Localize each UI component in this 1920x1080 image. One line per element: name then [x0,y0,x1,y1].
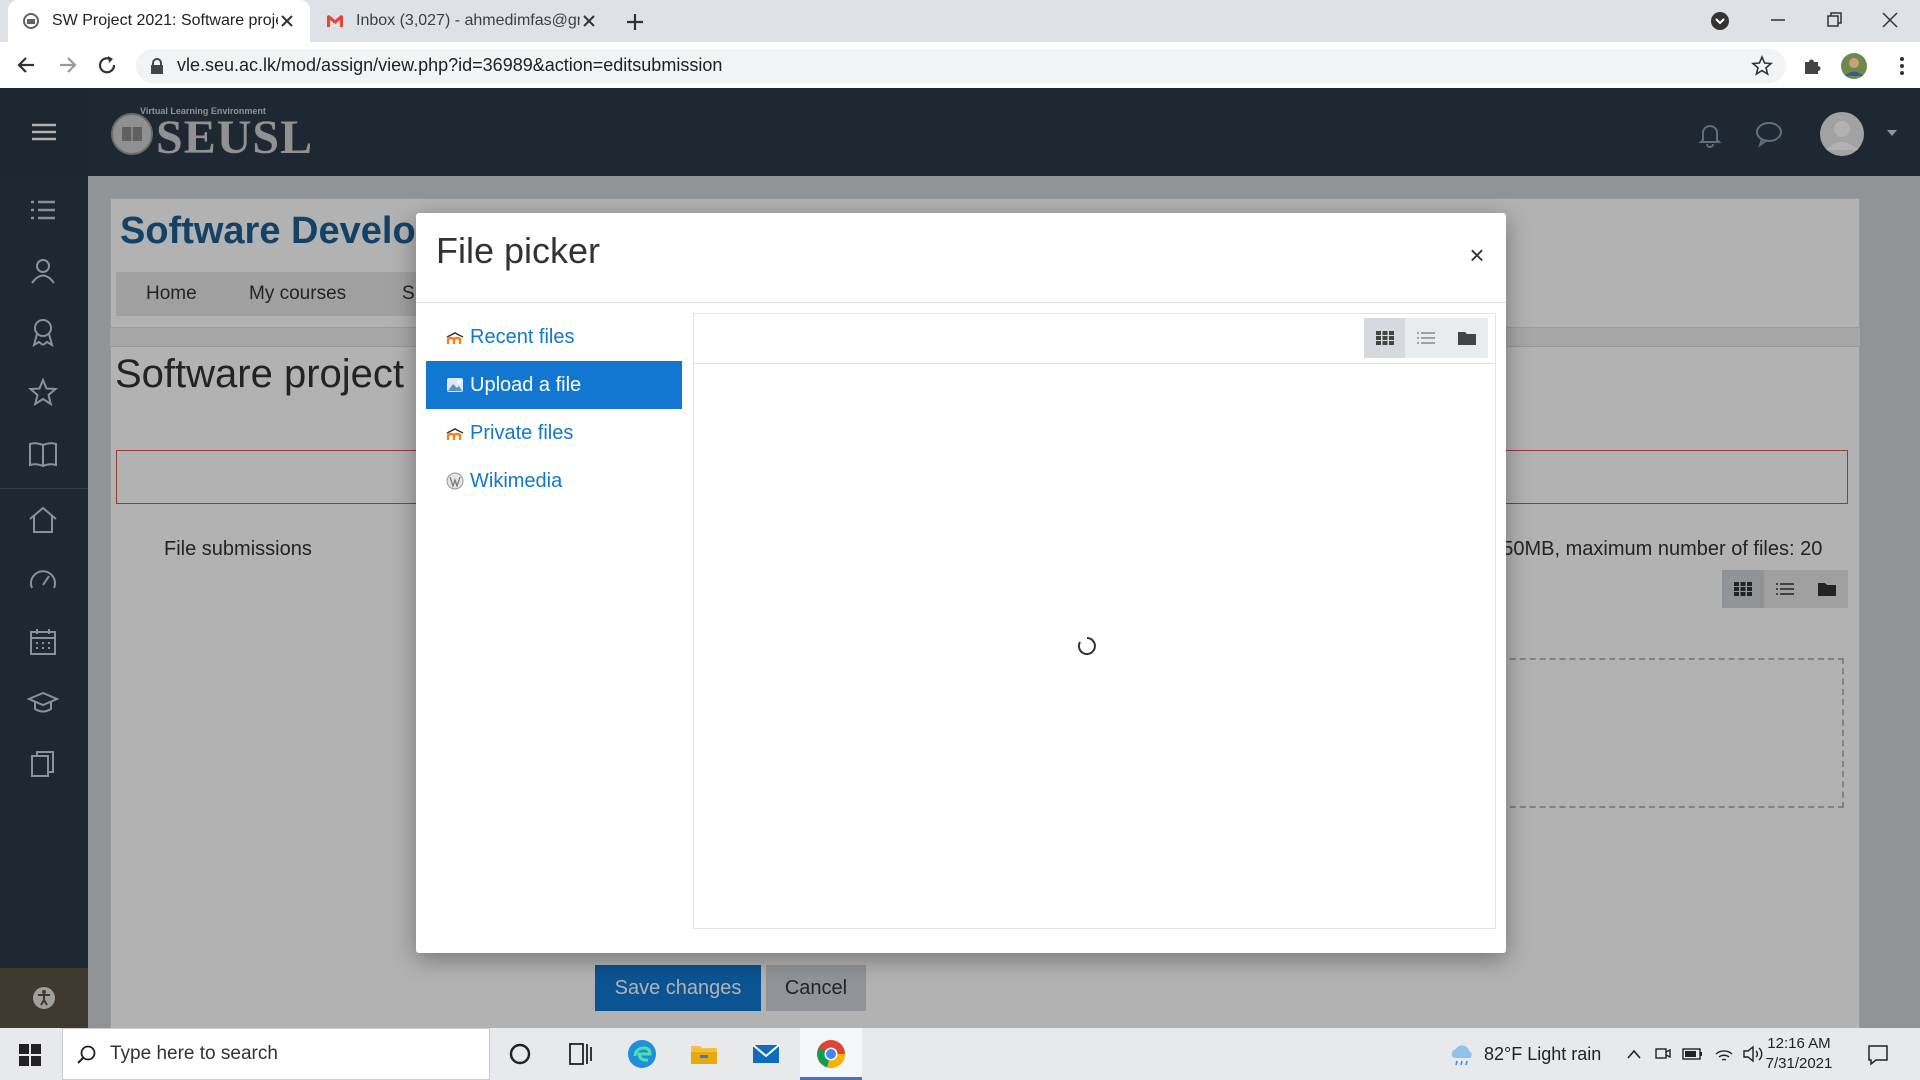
repository-label: Upload a file [470,373,582,396]
repository-wikimedia[interactable]: Wikimedia [426,457,682,505]
dialog-header-divider [416,302,1506,303]
restore-window-icon[interactable] [1822,8,1846,32]
upload-icon [446,376,464,394]
profile-avatar-icon[interactable] [1840,52,1868,80]
url-text: vle.seu.ac.lk/mod/assign/view.php?id=369… [177,55,723,75]
taskbar-search-placeholder: Type here to search [110,1043,278,1064]
moodle-favicon-icon [22,12,40,30]
wifi-icon[interactable] [1714,1044,1734,1064]
repository-upload-a-file[interactable]: Upload a file [426,361,682,409]
list-view-icon[interactable] [1405,318,1446,358]
dialog-title: File picker [436,230,601,271]
back-icon[interactable] [14,52,40,78]
system-clock[interactable]: 12:16 AM 7/31/2021 [1764,1034,1834,1074]
tab-search-icon[interactable] [1710,11,1730,31]
repository-recent-files[interactable]: Recent files [426,313,682,361]
weather-rain-icon[interactable] [1448,1044,1476,1066]
browser-menu-icon[interactable] [1896,54,1908,78]
chrome-icon [815,1038,847,1070]
forward-icon[interactable] [54,52,80,78]
tab-title: Inbox (3,027) - ahmedimfas@gm [356,12,580,29]
notifications-center-icon[interactable] [1866,1043,1890,1067]
bookmark-star-icon[interactable] [1750,54,1774,78]
clock-date: 7/31/2021 [1765,1055,1833,1072]
gmail-icon [326,12,344,30]
view-mode-buttons [1364,318,1488,358]
moodle-icon [446,424,464,442]
close-tab-icon[interactable] [580,12,598,30]
show-hidden-icons-chevron-up-icon[interactable] [1626,1048,1642,1060]
meet-now-icon[interactable] [1654,1045,1672,1063]
loading-spinner-icon [1077,636,1097,656]
dialog-close-icon[interactable]: × [1462,240,1492,270]
file-explorer-icon[interactable] [688,1038,720,1070]
search-icon [76,1044,98,1066]
new-tab-icon[interactable] [622,9,648,35]
battery-icon[interactable] [1682,1046,1704,1062]
lock-icon[interactable] [150,58,164,74]
file-picker-content-panel [693,313,1496,929]
weather-text[interactable]: 82°F Light rain [1484,1044,1601,1065]
repository-label: Recent files [470,325,575,348]
folder-view-icon[interactable] [1446,318,1487,358]
browser-tab-active[interactable]: SW Project 2021: Software proje [8,0,310,42]
windows-start-icon[interactable] [18,1043,42,1067]
wikimedia-icon [446,472,464,490]
cortana-icon[interactable] [504,1038,536,1070]
extensions-icon[interactable] [1800,54,1824,78]
edge-browser-icon[interactable] [626,1038,658,1070]
browser-tab-gmail[interactable]: Inbox (3,027) - ahmedimfas@gm [312,0,612,42]
volume-icon[interactable] [1742,1044,1764,1064]
repository-private-files[interactable]: Private files [426,409,682,457]
close-window-icon[interactable] [1878,8,1902,32]
clock-time: 12:16 AM [1767,1035,1831,1052]
grid-view-icon[interactable] [1364,318,1405,358]
task-view-icon[interactable] [564,1038,596,1070]
minimize-window-icon[interactable] [1766,8,1790,32]
mail-icon[interactable] [750,1038,782,1070]
chrome-taskbar-button[interactable] [800,1028,862,1080]
moodle-icon [446,328,464,346]
tab-title: SW Project 2021: Software proje [52,12,278,29]
reload-icon[interactable] [94,52,120,78]
close-tab-icon[interactable] [278,12,296,30]
repository-label: Private files [470,421,574,444]
repository-label: Wikimedia [470,469,563,492]
